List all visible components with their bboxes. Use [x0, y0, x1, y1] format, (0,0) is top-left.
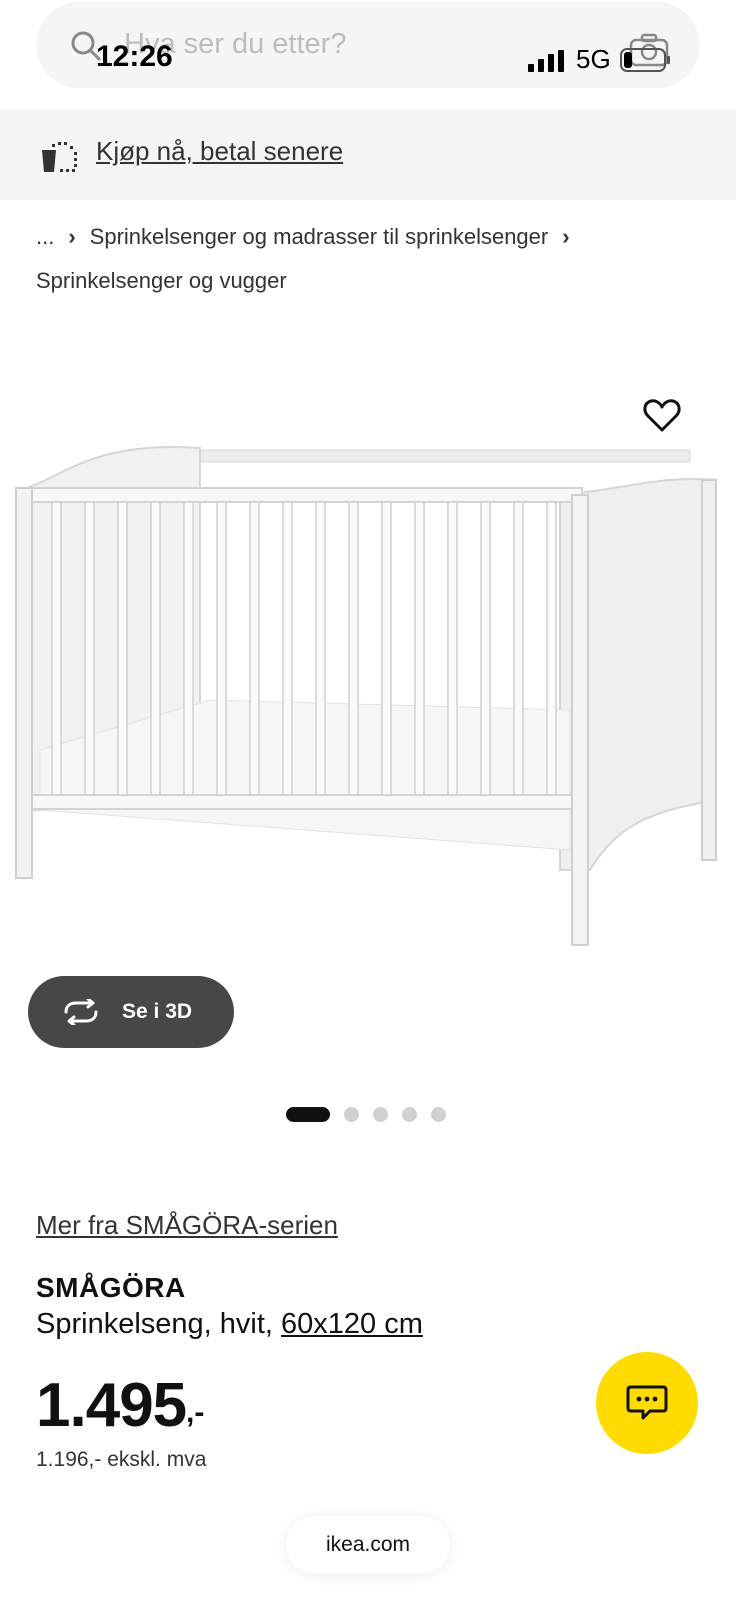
status-time: 12:26	[96, 40, 173, 73]
promo-link[interactable]: Kjøp nå, betal senere	[96, 136, 343, 167]
product-description: Sprinkelseng, hvit, 60x120 cm	[36, 1308, 423, 1341]
price-suffix: ,-	[186, 1396, 205, 1429]
image-pagination[interactable]	[286, 1106, 446, 1122]
battery-icon	[620, 48, 670, 72]
view-3d-button[interactable]: Se i 3D	[28, 976, 234, 1048]
product-image[interactable]	[0, 330, 736, 980]
pagination-dot-5[interactable]	[431, 1106, 446, 1122]
size-link[interactable]: 60x120 cm	[281, 1308, 423, 1340]
rotate-3d-icon	[64, 999, 98, 1025]
payment-later-icon	[42, 142, 77, 172]
series-link[interactable]: Mer fra SMÅGÖRA-serien	[36, 1210, 338, 1241]
network-label: 5G	[576, 44, 611, 74]
pagination-dot-1[interactable]	[286, 1106, 330, 1122]
chat-button[interactable]	[596, 1352, 698, 1454]
price-ex-vat: 1.196,- ekskl. mva	[36, 1448, 207, 1471]
heart-icon[interactable]	[642, 396, 682, 436]
browser-url[interactable]: ikea.com	[286, 1516, 450, 1574]
chevron-right-icon: ›	[562, 224, 570, 249]
view-3d-label: Se i 3D	[122, 1000, 193, 1023]
product-type: Sprinkelseng, hvit,	[36, 1308, 273, 1340]
pagination-dot-4[interactable]	[402, 1106, 417, 1122]
signal-icon	[528, 50, 564, 72]
breadcrumb: ... › Sprinkelsenger og madrasser til spri…	[36, 224, 584, 250]
product-price: 1.495	[36, 1371, 187, 1440]
breadcrumb-ellipsis[interactable]: ...	[36, 224, 54, 249]
product-name: SMÅGÖRA	[36, 1272, 186, 1303]
chevron-right-icon: ›	[68, 224, 76, 249]
pagination-dot-2[interactable]	[344, 1106, 359, 1122]
breadcrumb-current[interactable]: Sprinkelsenger og vugger	[36, 268, 287, 294]
breadcrumb-category[interactable]: Sprinkelsenger og madrasser til sprinkel…	[90, 224, 549, 249]
pagination-dot-3[interactable]	[373, 1106, 388, 1122]
chat-icon	[626, 1385, 668, 1420]
